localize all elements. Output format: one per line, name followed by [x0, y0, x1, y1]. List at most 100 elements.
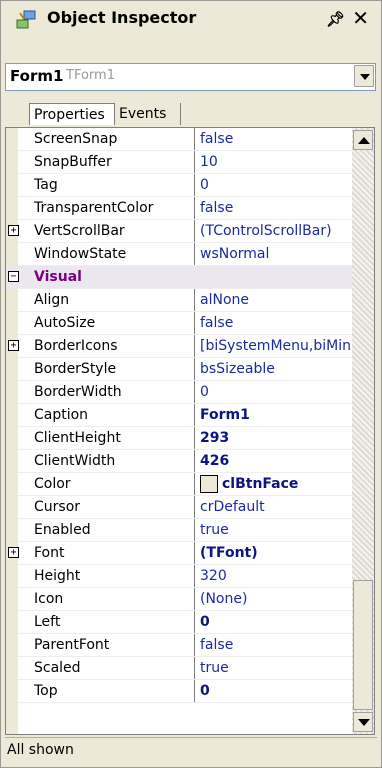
column-divider[interactable] — [194, 450, 195, 473]
category-row[interactable]: − Visual — [6, 266, 352, 289]
column-divider[interactable] — [194, 588, 195, 611]
property-row[interactable]: + BorderIcons [biSystemMenu,biMinimize,biM… — [6, 335, 352, 358]
column-divider[interactable] — [194, 519, 195, 542]
property-value[interactable]: false — [200, 128, 350, 151]
property-value[interactable]: 0 — [200, 680, 350, 703]
column-divider[interactable] — [194, 220, 195, 243]
minus-box-icon[interactable]: − — [8, 271, 19, 282]
property-row[interactable]: BorderWidth 0 — [6, 381, 352, 404]
property-row[interactable]: SnapBuffer 10 — [6, 151, 352, 174]
property-name: Font — [34, 545, 65, 561]
property-value[interactable]: clBtnFace — [200, 473, 350, 496]
column-divider[interactable] — [194, 657, 195, 680]
property-row[interactable]: Tag 0 — [6, 174, 352, 197]
property-value-text: 10 — [200, 154, 218, 170]
column-divider[interactable] — [194, 335, 195, 358]
property-row[interactable]: Caption Form1 — [6, 404, 352, 427]
column-divider[interactable] — [194, 289, 195, 312]
property-row[interactable]: Top 0 — [6, 680, 352, 703]
property-value[interactable]: (None) — [200, 588, 350, 611]
property-value[interactable]: alNone — [200, 289, 350, 312]
property-row[interactable]: Height 320 — [6, 565, 352, 588]
property-value[interactable]: bsSizeable — [200, 358, 350, 381]
property-row[interactable]: Left 0 — [6, 611, 352, 634]
property-value[interactable]: Form1 — [200, 404, 350, 427]
vertical-scrollbar[interactable] — [352, 128, 374, 734]
property-value[interactable]: (TFont) — [200, 542, 350, 565]
plus-box-icon[interactable]: + — [8, 547, 19, 558]
title-bar: Object Inspector 📌︎ ✕ — [5, 5, 377, 35]
property-value[interactable]: crDefault — [200, 496, 350, 519]
property-value[interactable]: 293 — [200, 427, 350, 450]
property-value[interactable]: 0 — [200, 611, 350, 634]
tab-properties[interactable]: Properties — [29, 103, 115, 125]
column-divider[interactable] — [194, 151, 195, 174]
property-value[interactable]: true — [200, 519, 350, 542]
property-value[interactable]: (TControlScrollBar) — [200, 220, 350, 243]
object-selector-combo[interactable]: Form1 TForm1 — [5, 63, 376, 91]
property-value[interactable]: true — [200, 657, 350, 680]
property-name: Caption — [34, 407, 89, 423]
property-row[interactable]: Color clBtnFace — [6, 473, 352, 496]
column-divider[interactable] — [194, 496, 195, 519]
property-value[interactable]: 320 — [200, 565, 350, 588]
property-row[interactable]: WindowState wsNormal — [6, 243, 352, 266]
property-value[interactable]: 0 — [200, 381, 350, 404]
property-value[interactable]: wsNormal — [200, 243, 350, 266]
chevron-down-icon[interactable] — [354, 65, 374, 87]
property-row[interactable]: Align alNone — [6, 289, 352, 312]
scroll-down-arrow-icon[interactable] — [353, 712, 373, 732]
column-divider[interactable] — [194, 243, 195, 266]
column-divider[interactable] — [194, 611, 195, 634]
property-value[interactable]: false — [200, 634, 350, 657]
column-divider[interactable] — [194, 358, 195, 381]
property-row[interactable]: Cursor crDefault — [6, 496, 352, 519]
property-row[interactable]: Scaled true — [6, 657, 352, 680]
property-row[interactable]: + VertScrollBar (TControlScrollBar) — [6, 220, 352, 243]
property-row[interactable]: ParentFont false — [6, 634, 352, 657]
tab-events[interactable]: Events — [115, 103, 181, 125]
property-value[interactable]: [biSystemMenu,biMinimize,biMaximize] — [200, 335, 350, 358]
property-value[interactable]: false — [200, 312, 350, 335]
property-row[interactable]: Icon (None) — [6, 588, 352, 611]
property-name: Align — [34, 292, 70, 308]
column-divider[interactable] — [194, 680, 195, 703]
column-divider[interactable] — [194, 404, 195, 427]
column-divider[interactable] — [194, 381, 195, 404]
scroll-up-arrow-icon[interactable] — [353, 130, 373, 150]
column-divider[interactable] — [194, 473, 195, 496]
column-divider[interactable] — [194, 197, 195, 220]
property-row[interactable]: ClientWidth 426 — [6, 450, 352, 473]
property-name: Icon — [34, 591, 64, 607]
property-value-text: 0 — [200, 384, 209, 400]
property-name: ClientWidth — [34, 453, 116, 469]
property-name: TransparentColor — [34, 200, 154, 216]
property-value[interactable]: 426 — [200, 450, 350, 473]
property-row[interactable]: ScreenSnap false — [6, 128, 352, 151]
property-value[interactable]: false — [200, 197, 350, 220]
property-row[interactable]: Enabled true — [6, 519, 352, 542]
property-row[interactable]: BorderStyle bsSizeable — [6, 358, 352, 381]
property-value-text: true — [200, 660, 229, 676]
property-row[interactable]: + Font (TFont) — [6, 542, 352, 565]
property-value[interactable]: 10 — [200, 151, 350, 174]
property-row[interactable]: TransparentColor false — [6, 197, 352, 220]
column-divider[interactable] — [194, 565, 195, 588]
property-value[interactable]: 0 — [200, 174, 350, 197]
column-divider[interactable] — [194, 542, 195, 565]
column-divider[interactable] — [194, 427, 195, 450]
column-divider[interactable] — [194, 634, 195, 657]
property-row[interactable]: ClientHeight 293 — [6, 427, 352, 450]
pin-icon[interactable]: 📌︎ — [326, 10, 345, 28]
property-name: BorderIcons — [34, 338, 118, 354]
plus-box-icon[interactable]: + — [8, 225, 19, 236]
property-row[interactable]: AutoSize false — [6, 312, 352, 335]
property-value-text: (None) — [200, 591, 248, 607]
column-divider[interactable] — [194, 128, 195, 151]
column-divider[interactable] — [194, 312, 195, 335]
property-value-text: true — [200, 522, 229, 538]
close-icon[interactable]: ✕ — [352, 6, 369, 30]
plus-box-icon[interactable]: + — [8, 340, 19, 351]
column-divider[interactable] — [194, 174, 195, 197]
scrollbar-thumb[interactable] — [353, 580, 373, 710]
